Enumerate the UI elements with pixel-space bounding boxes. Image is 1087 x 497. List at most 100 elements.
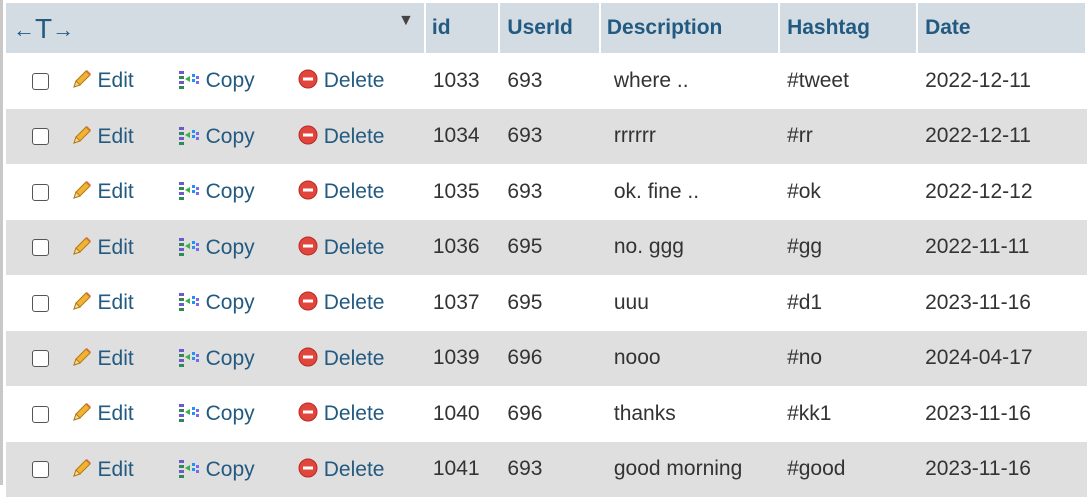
cell-hashtag: #kk1 [780, 386, 918, 442]
delete-label[interactable]: Delete [324, 347, 385, 370]
delete-cell: Delete [297, 275, 426, 331]
delete-button[interactable]: Delete [297, 402, 385, 425]
row-checkbox[interactable] [32, 239, 49, 256]
delete-circle-icon [297, 290, 319, 312]
column-header-description[interactable]: Description [601, 3, 780, 53]
delete-label[interactable]: Delete [324, 402, 385, 425]
copy-button[interactable]: Copy [177, 347, 255, 370]
cell-userid: 693 [500, 109, 600, 165]
column-resize-icon[interactable]: T [35, 13, 52, 45]
arrow-left-icon[interactable]: ← [13, 17, 35, 42]
row-checkbox[interactable] [32, 128, 49, 145]
edit-label[interactable]: Edit [98, 125, 134, 148]
copy-button[interactable]: Copy [177, 291, 255, 314]
edit-label[interactable]: Edit [98, 402, 134, 425]
cell-hashtag: #good [780, 442, 918, 497]
row-checkbox[interactable] [32, 406, 49, 423]
delete-button[interactable]: Delete [297, 291, 385, 314]
row-checkbox[interactable] [32, 184, 49, 201]
delete-cell: Delete [297, 220, 426, 276]
edit-button[interactable]: Edit [71, 125, 134, 148]
edit-button[interactable]: Edit [71, 180, 134, 203]
delete-cell: Delete [297, 164, 426, 220]
delete-label[interactable]: Delete [324, 69, 385, 92]
edit-label[interactable]: Edit [98, 236, 134, 259]
edit-cell: Edit [71, 275, 177, 331]
delete-label[interactable]: Delete [324, 236, 385, 259]
copy-label[interactable]: Copy [206, 458, 255, 481]
copy-label[interactable]: Copy [206, 69, 255, 92]
copy-insert-icon [177, 401, 201, 423]
edit-cell: Edit [71, 164, 177, 220]
edit-label[interactable]: Edit [98, 347, 134, 370]
cell-userid: 696 [500, 386, 600, 442]
table-row: Edit Copy [6, 164, 1087, 220]
column-header-date[interactable]: Date [918, 3, 1087, 53]
edit-cell: Edit [71, 331, 177, 387]
edit-button[interactable]: Edit [71, 236, 134, 259]
copy-button[interactable]: Copy [177, 402, 255, 425]
cell-userid: 693 [500, 164, 600, 220]
copy-button[interactable]: Copy [177, 180, 255, 203]
copy-cell: Copy [177, 109, 297, 165]
arrow-right-icon[interactable]: → [52, 17, 74, 42]
edit-label[interactable]: Edit [98, 291, 134, 314]
copy-button[interactable]: Copy [177, 236, 255, 259]
delete-button[interactable]: Delete [297, 180, 385, 203]
copy-button[interactable]: Copy [177, 125, 255, 148]
sort-triangle-icon[interactable]: ▼ [398, 12, 414, 30]
column-header-hashtag[interactable]: Hashtag [780, 3, 918, 53]
cell-description: good morning [601, 442, 780, 497]
copy-label[interactable]: Copy [206, 236, 255, 259]
delete-label[interactable]: Delete [324, 125, 385, 148]
copy-cell: Copy [177, 386, 297, 442]
table-row: Edit Copy [6, 386, 1087, 442]
delete-button[interactable]: Delete [297, 69, 385, 92]
edit-button[interactable]: Edit [71, 69, 134, 92]
pencil-icon [71, 457, 93, 479]
row-checkbox[interactable] [32, 350, 49, 367]
column-nav-controls[interactable]: ←T→ [13, 17, 74, 42]
edit-label[interactable]: Edit [98, 458, 134, 481]
copy-cell: Copy [177, 53, 297, 109]
column-header-id[interactable]: id [426, 3, 501, 53]
delete-circle-icon [297, 124, 319, 146]
edit-button[interactable]: Edit [71, 402, 134, 425]
delete-button[interactable]: Delete [297, 236, 385, 259]
copy-label[interactable]: Copy [206, 291, 255, 314]
edit-button[interactable]: Edit [71, 291, 134, 314]
copy-button[interactable]: Copy [177, 69, 255, 92]
cell-id: 1034 [426, 109, 501, 165]
copy-label[interactable]: Copy [206, 402, 255, 425]
delete-label[interactable]: Delete [324, 180, 385, 203]
copy-label[interactable]: Copy [206, 180, 255, 203]
edit-button[interactable]: Edit [71, 458, 134, 481]
cell-userid: 696 [500, 331, 600, 387]
row-checkbox[interactable] [32, 73, 49, 90]
edit-label[interactable]: Edit [98, 180, 134, 203]
delete-button[interactable]: Delete [297, 125, 385, 148]
row-checkbox[interactable] [32, 461, 49, 478]
copy-label[interactable]: Copy [206, 125, 255, 148]
edit-cell: Edit [71, 53, 177, 109]
edit-cell: Edit [71, 442, 177, 497]
results-grid-frame: ←T→ ▼ id UserId Description Hashtag Date… [0, 0, 1087, 485]
cell-description: where .. [601, 53, 780, 109]
edit-cell: Edit [71, 109, 177, 165]
delete-button[interactable]: Delete [297, 458, 385, 481]
column-header-userid[interactable]: UserId [500, 3, 600, 53]
copy-label[interactable]: Copy [206, 347, 255, 370]
copy-button[interactable]: Copy [177, 458, 255, 481]
edit-label[interactable]: Edit [98, 69, 134, 92]
edit-button[interactable]: Edit [71, 347, 134, 370]
row-checkbox[interactable] [32, 295, 49, 312]
delete-circle-icon [297, 68, 319, 90]
delete-button[interactable]: Delete [297, 347, 385, 370]
table-row: Edit Copy [6, 109, 1087, 165]
delete-label[interactable]: Delete [324, 458, 385, 481]
cell-userid: 695 [500, 220, 600, 276]
copy-cell: Copy [177, 164, 297, 220]
delete-label[interactable]: Delete [324, 291, 385, 314]
edit-cell: Edit [71, 220, 177, 276]
row-select-cell [6, 164, 71, 220]
